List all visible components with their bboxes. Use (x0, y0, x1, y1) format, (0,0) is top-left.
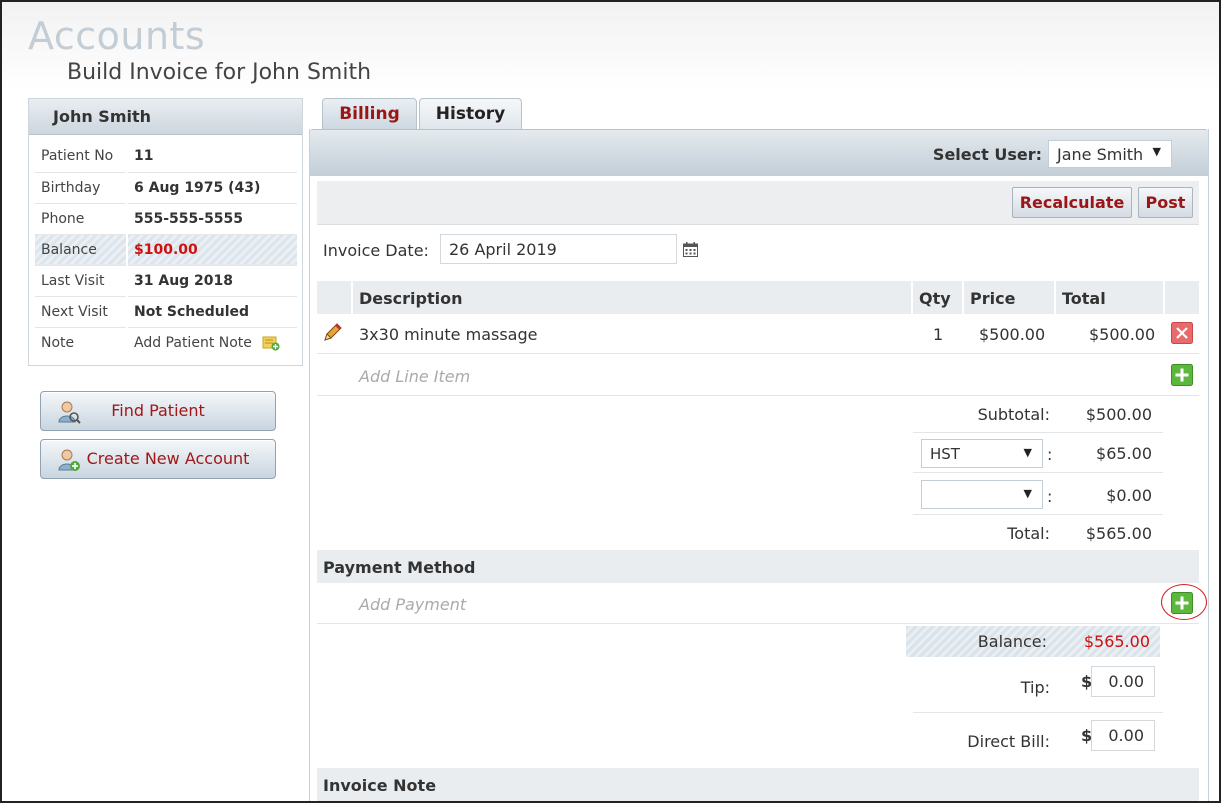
patient-row-next-visit: Next Visit Not Scheduled (35, 296, 297, 328)
line-item-price: $500.00 (979, 325, 1046, 344)
tax2-row: ▼ : $0.00 (913, 473, 1163, 515)
invoice-date-input[interactable]: 26 April 2019 (440, 234, 677, 264)
total-row: Total: $565.00 (913, 515, 1163, 550)
patient-row-note: Note Add Patient Note (35, 327, 297, 358)
balance-row: Balance: $565.00 (906, 626, 1160, 657)
table-row: 3x30 minute massage 1 $500.00 $500.00 (317, 314, 1199, 354)
direct-bill-label: Direct Bill: (967, 732, 1050, 751)
patient-name: John Smith (29, 99, 302, 135)
tax2-amount: $0.00 (1106, 486, 1152, 505)
direct-bill-input[interactable]: 0.00 (1091, 720, 1155, 751)
column-description: Description (359, 289, 463, 308)
direct-bill-row: Direct Bill: $ 0.00 (913, 713, 1163, 769)
patient-balance: $100.00 (127, 234, 297, 266)
patient-phone: 555-555-5555 (127, 203, 297, 235)
page-title: Build Invoice for John Smith (67, 60, 372, 85)
dropdown-caret-icon[interactable]: ▼ (1024, 487, 1032, 500)
create-account-label[interactable]: Create New Account (67, 449, 250, 468)
total-value: $565.00 (1085, 524, 1152, 543)
dropdown-caret-icon[interactable]: ▼ (1153, 145, 1161, 158)
invoice-note-header: Invoice Note (317, 768, 1199, 801)
line-item-total: $500.00 (1089, 325, 1156, 344)
calendar-icon[interactable] (683, 242, 698, 257)
patient-next-visit: Not Scheduled (127, 296, 297, 328)
add-line-item-placeholder[interactable]: Add Line Item (359, 367, 470, 386)
balance-value: $565.00 (1083, 632, 1150, 651)
colon: : (1047, 445, 1053, 464)
field-label: Balance (35, 234, 128, 266)
add-line-item-row: Add Line Item (317, 355, 1199, 396)
patient-last-visit: 31 Aug 2018 (127, 265, 297, 297)
field-label: Next Visit (35, 296, 128, 328)
create-account-icon (58, 449, 80, 471)
find-patient-label[interactable]: Find Patient (111, 401, 205, 420)
add-payment-row: Add Payment (317, 583, 1199, 624)
tax1-select[interactable]: HST ▼ (921, 439, 1043, 468)
line-item-description[interactable]: 3x30 minute massage (359, 325, 537, 344)
post-button[interactable]: Post (1138, 187, 1193, 218)
subtotal-label: Subtotal: (977, 405, 1050, 424)
invoice-toolbar: Recalculate Post (317, 181, 1199, 225)
line-items-header: Description Qty Price Total (317, 281, 1199, 314)
find-patient-button[interactable]: Find Patient (40, 391, 276, 431)
add-patient-note-label[interactable]: Add Patient Note (134, 335, 252, 351)
column-qty: Qty (919, 289, 951, 308)
pencil-icon[interactable] (321, 322, 343, 344)
patient-number: 11 (127, 141, 297, 173)
subtotal-row: Subtotal: $500.00 (913, 397, 1163, 433)
field-label: Patient No (35, 141, 128, 173)
select-user-dropdown[interactable]: Jane Smith ▼ (1048, 140, 1172, 168)
total-label: Total: (1007, 524, 1050, 543)
tab-history[interactable]: History (419, 98, 522, 130)
tax1-row: HST ▼ : $65.00 (913, 433, 1163, 473)
tip-label: Tip: (1020, 678, 1050, 697)
add-payment-placeholder[interactable]: Add Payment (359, 595, 466, 614)
select-user-value[interactable]: Jane Smith (1057, 145, 1143, 164)
field-label: Note (35, 327, 128, 358)
patient-card: John Smith Patient No 11 Birthday 6 Aug … (28, 98, 303, 366)
select-user-label: Select User: (932, 145, 1042, 164)
tip-input[interactable]: 0.00 (1091, 666, 1155, 697)
line-item-qty: 1 (933, 325, 944, 344)
field-label: Birthday (35, 172, 128, 204)
patient-row-phone: Phone 555-555-5555 (35, 203, 297, 235)
add-line-icon[interactable] (1171, 364, 1193, 386)
invoice-date-label: Invoice Date: (323, 241, 429, 260)
tip-row: Tip: $ 0.00 (913, 657, 1163, 713)
recalculate-button[interactable]: Recalculate (1012, 187, 1132, 218)
app-title: Accounts (28, 14, 206, 58)
create-account-button[interactable]: Create New Account (40, 439, 276, 479)
subtotal-value: $500.00 (1085, 405, 1152, 424)
tab-billing[interactable]: Billing (322, 98, 417, 130)
colon: : (1047, 487, 1053, 506)
column-price: Price (970, 289, 1016, 308)
patient-row-birthday: Birthday 6 Aug 1975 (43) (35, 172, 297, 204)
payment-method-heading: Payment Method (323, 558, 476, 577)
patient-row-balance: Balance $100.00 (35, 234, 297, 266)
find-patient-icon (58, 401, 81, 424)
add-patient-note-link[interactable]: Add Patient Note (127, 327, 297, 358)
app-window: Accounts Build Invoice for John Smith Jo… (0, 0, 1221, 803)
patient-row-number: Patient No 11 (35, 141, 297, 173)
tax1-select-value[interactable]: HST (930, 445, 960, 463)
patient-details: Patient No 11 Birthday 6 Aug 1975 (43) P… (35, 141, 297, 358)
highlight-circle (1161, 584, 1207, 620)
dropdown-caret-icon[interactable]: ▼ (1024, 446, 1032, 459)
balance-label: Balance: (977, 632, 1047, 651)
tax1-amount: $65.00 (1096, 444, 1152, 463)
field-label: Last Visit (35, 265, 128, 297)
tax2-select[interactable]: ▼ (921, 480, 1043, 509)
payment-method-header: Payment Method (317, 550, 1199, 583)
column-total: Total (1062, 289, 1106, 308)
panel-header: Select User: Jane Smith ▼ (310, 129, 1208, 176)
field-label: Phone (35, 203, 128, 235)
patient-row-last-visit: Last Visit 31 Aug 2018 (35, 265, 297, 297)
billing-panel: Select User: Jane Smith ▼ Recalculate Po… (309, 129, 1209, 801)
invoice-note-heading: Invoice Note (323, 776, 437, 795)
note-add-icon[interactable] (262, 335, 280, 351)
delete-icon[interactable] (1171, 322, 1193, 344)
patient-birthday: 6 Aug 1975 (43) (127, 172, 297, 204)
